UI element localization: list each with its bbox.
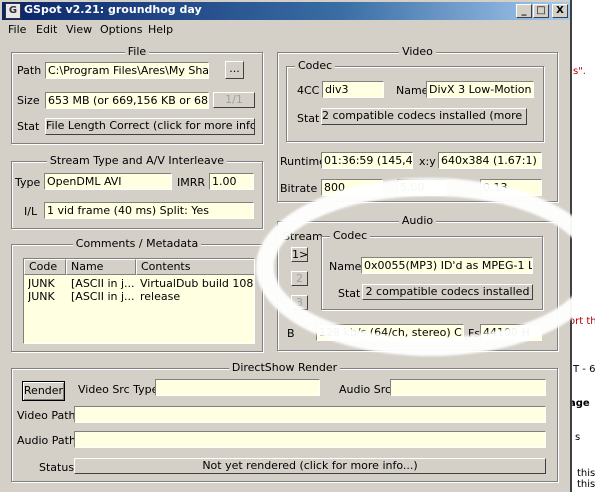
video-stat-button[interactable]: 2 compatible codecs installed (more info… — [321, 108, 527, 125]
file-group-title: File — [124, 45, 150, 58]
row-name[interactable]: [ASCII in j... — [71, 290, 135, 303]
path-field[interactable]: C:\Program Files\Ares\My Shared — [45, 62, 209, 79]
audio-path-label: Audio Path — [17, 434, 76, 447]
video-name-label: Name — [396, 84, 429, 97]
stream-type-group-title: Stream Type and A/V Interleave — [46, 154, 228, 167]
column-header-contents[interactable]: Contents — [136, 259, 254, 275]
xy-field[interactable]: 640x384 (1.67:1) [=5: — [438, 152, 542, 169]
fourcc-label: 4CC — [297, 84, 320, 97]
video-codec-group: Codec — [286, 59, 544, 142]
row-contents[interactable]: release — [140, 290, 254, 303]
menu-file[interactable]: File — [8, 23, 26, 36]
background-text: T - 6 — [573, 364, 595, 375]
video-group-title: Video — [399, 45, 436, 58]
maximize-button[interactable]: □ — [533, 4, 549, 18]
path-label: Path — [17, 64, 42, 77]
status-label: Status — [39, 461, 75, 474]
background-text: this — [577, 479, 595, 490]
runtime-label: Runtime — [280, 155, 326, 168]
audio-src-label: Audio Src — [339, 383, 392, 396]
interleave-field[interactable]: 1 vid frame (40 ms) Split: Yes — [44, 202, 254, 219]
close-button[interactable]: X — [552, 4, 568, 18]
video-name-field[interactable]: DivX 3 Low-Motion — [426, 81, 534, 98]
row-code[interactable]: JUNK — [28, 277, 66, 290]
part-button[interactable]: 1/1 — [213, 92, 255, 108]
row-name[interactable]: [ASCII in j... — [71, 277, 135, 290]
browse-button[interactable]: ... — [225, 61, 244, 79]
video-codec-title: Codec — [295, 59, 336, 72]
audio-src-field[interactable] — [390, 379, 546, 396]
size-label: Size — [17, 94, 40, 107]
window-title: GSpot v2.21: groundhog day — [24, 3, 202, 16]
imrr-field[interactable]: 1.00 — [209, 173, 254, 190]
background-text: this — [577, 468, 595, 479]
menu-help[interactable]: Help — [148, 23, 173, 36]
comments-list[interactable]: Code Name Contents JUNK [ASCII in j... V… — [23, 258, 255, 344]
file-stat-button[interactable]: File Length Correct (click for more info… — [45, 118, 255, 135]
stat-label: Stat — [17, 120, 40, 133]
menu-bar: File Edit View Options Help — [2, 20, 570, 39]
interleave-label: I/L — [24, 205, 38, 218]
background-text: s". — [573, 66, 586, 77]
menu-view[interactable]: View — [66, 23, 92, 36]
directshow-group-title: DirectShow Render — [228, 361, 341, 374]
comments-group-title: Comments / Metadata — [72, 237, 202, 250]
background-text: age — [569, 398, 590, 409]
minimize-button[interactable]: _ — [516, 4, 532, 18]
video-path-label: Video Path — [17, 409, 76, 422]
video-stat-label: Stat — [297, 112, 320, 125]
render-status-button[interactable]: Not yet rendered (click for more info...… — [74, 458, 546, 474]
type-label: Type — [15, 176, 41, 189]
column-header-name[interactable]: Name — [66, 259, 136, 275]
audio-path-field[interactable] — [74, 431, 546, 448]
video-src-type-field[interactable] — [155, 379, 320, 396]
column-header-code[interactable]: Code — [24, 259, 66, 275]
xy-label: x:y — [419, 155, 436, 168]
video-src-type-label: Video Src Type — [78, 383, 159, 396]
title-bar[interactable]: G GSpot v2.21: groundhog day _ □ X — [2, 2, 570, 20]
menu-edit[interactable]: Edit — [36, 23, 57, 36]
row-contents[interactable]: VirtualDub build 10805 — [140, 277, 254, 290]
fourcc-field[interactable]: div3 — [322, 81, 384, 98]
highlight-oval — [256, 178, 595, 356]
app-icon[interactable]: G — [5, 3, 21, 19]
size-field[interactable]: 653 MB (or 669,156 KB or 685,21 — [45, 92, 209, 109]
audio-bitrate-label: B — [287, 327, 295, 340]
type-field[interactable]: OpenDML AVI — [44, 173, 172, 190]
runtime-field[interactable]: 01:36:59 (145,479 — [321, 152, 413, 169]
menu-options[interactable]: Options — [100, 23, 142, 36]
imrr-label: IMRR — [177, 176, 206, 189]
background-text: s — [575, 432, 581, 443]
render-button[interactable]: Render — [22, 381, 65, 401]
video-bitrate-label: Bitrate — [280, 182, 318, 195]
row-code[interactable]: JUNK — [28, 290, 66, 303]
video-path-field[interactable] — [74, 406, 546, 423]
